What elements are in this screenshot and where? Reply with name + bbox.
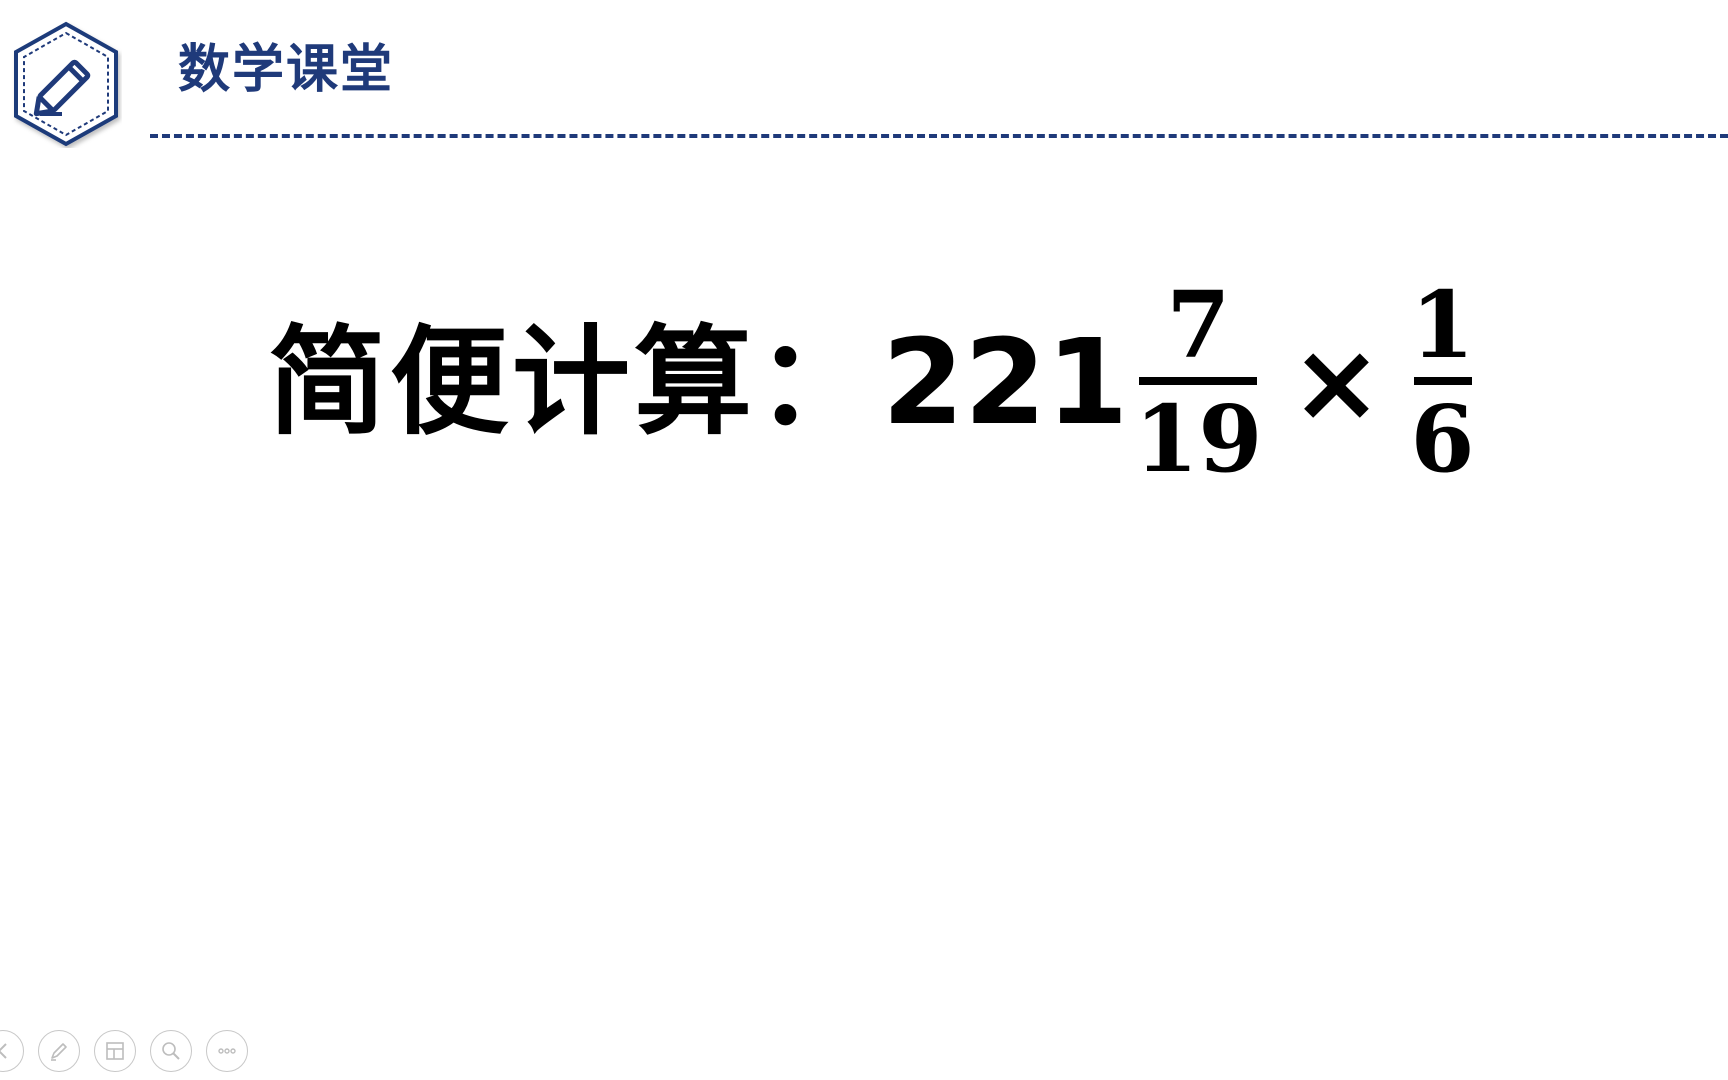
pencil-hexagon-icon	[14, 21, 118, 147]
fraction-a-numerator: 7	[1166, 271, 1231, 379]
pen-button[interactable]	[38, 1030, 80, 1072]
fraction-b-bar	[1413, 377, 1472, 385]
fraction-b-denominator: 6	[1410, 385, 1475, 493]
previous-button[interactable]	[0, 1030, 24, 1072]
page-title: 数学课堂	[178, 40, 395, 100]
slides-button[interactable]	[94, 1030, 136, 1072]
slides-icon	[106, 1042, 124, 1060]
more-button[interactable]	[206, 1030, 248, 1072]
equation-label: 简便计算：	[268, 313, 879, 451]
fraction-a-bar	[1139, 377, 1258, 385]
fraction-b: 1 6	[1411, 279, 1475, 485]
presentation-toolbar	[0, 1030, 248, 1072]
fraction-b-numerator: 1	[1410, 271, 1475, 379]
zoom-button[interactable]	[150, 1030, 192, 1072]
whole-number: 221	[882, 313, 1129, 451]
fraction-a-denominator: 19	[1134, 385, 1263, 493]
pen-icon	[51, 1043, 67, 1061]
multiply-operator: ×	[1290, 318, 1383, 446]
logo-badge	[10, 20, 122, 148]
fraction-a: 7 19	[1134, 279, 1262, 485]
header-divider	[150, 134, 1728, 138]
equation: 简便计算： 221 7 19 × 1 6	[268, 262, 1481, 502]
more-icon	[218, 1048, 236, 1054]
arrow-icon	[0, 1043, 7, 1059]
zoom-icon	[162, 1042, 180, 1060]
